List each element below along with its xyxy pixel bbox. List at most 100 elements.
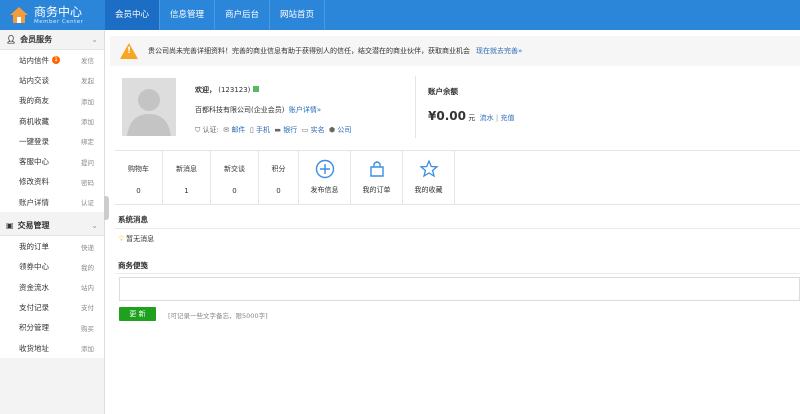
verify-company[interactable]: 公司	[337, 126, 351, 134]
section-trade-manage[interactable]: ▣ 交易管理 ⌄	[0, 216, 104, 237]
sidebar-item[interactable]: 收货地址 添加	[0, 337, 104, 359]
publish-info-button[interactable]: 发布信息	[299, 151, 351, 204]
verified-icon	[252, 86, 259, 92]
flow-link[interactable]: 流水	[480, 114, 494, 122]
chevron-down-icon: ⌄	[91, 221, 98, 231]
stats-row: 购物车 0 新消息 1 新交谈 0 积分 0 发布信息 我的订单 我的收藏	[115, 150, 800, 205]
tab-member-center[interactable]: 会员中心	[105, 0, 161, 30]
sidebar-item[interactable]: 支付记录 支付	[0, 297, 104, 318]
top-bar: 商务中心 Member Center 会员中心 信息管理 商户后台 网站首页	[0, 0, 800, 30]
tab-info-manage[interactable]: 信息管理	[160, 0, 216, 30]
sidebar-item-label: 积分管理	[19, 323, 49, 333]
balance-panel: 账户余额 ¥0.00 元 流水 | 充值	[428, 86, 514, 123]
stat-new-messages[interactable]: 新消息 1	[163, 151, 211, 204]
sidebar-item-action[interactable]: 快递	[81, 242, 94, 252]
user-icon: 👤︎	[6, 35, 17, 44]
basket-icon	[369, 161, 384, 177]
id-card-icon: ▭	[301, 126, 309, 134]
bank-card-icon: ▬	[274, 126, 282, 134]
update-memo-button[interactable]: 更 新	[119, 307, 156, 321]
sidebar-item[interactable]: 我的商友 添加	[0, 90, 104, 111]
sidebar-item-label: 我的商友	[19, 96, 49, 106]
lightbulb-icon: 💡︎	[119, 235, 124, 243]
sidebar-item-action[interactable]: 发起	[81, 75, 94, 85]
sidebar-item-action[interactable]: 绑定	[81, 136, 94, 146]
sidebar-item-action[interactable]: 密码	[81, 177, 94, 187]
sidebar-item[interactable]: 客服中心 提问	[0, 151, 104, 172]
divider	[115, 228, 800, 229]
sidebar-item[interactable]: 我的订单 快递	[0, 236, 104, 257]
no-messages-text: 暂无消息	[126, 235, 155, 243]
avatar[interactable]	[122, 78, 176, 136]
verify-phone[interactable]: 手机	[256, 126, 270, 134]
sidebar-item[interactable]: 账户详情 认证	[0, 192, 104, 213]
notice-text: 贵公司尚未完善详细资料！完善的商业信息有助于获得别人的信任，结交潜在的商业伙伴，…	[148, 47, 470, 55]
stat-cart[interactable]: 购物车 0	[115, 151, 163, 204]
verify-bank[interactable]: 银行	[283, 126, 297, 134]
sidebar-item-action[interactable]: 发信	[81, 55, 94, 65]
stat-new-chats[interactable]: 新交谈 0	[211, 151, 259, 204]
sidebar-item[interactable]: 积分管理 购买	[0, 317, 104, 338]
sidebar-item-action[interactable]: 支付	[81, 302, 94, 312]
logo-subtitle: Member Center	[34, 18, 84, 25]
tab-merchant-backend[interactable]: 商户后台	[215, 0, 271, 30]
balance-unit: 元	[468, 114, 476, 122]
stat-points[interactable]: 积分 0	[259, 151, 299, 204]
sidebar-item-label: 一键登录	[19, 136, 49, 146]
sidebar-item-action[interactable]: 站内	[81, 282, 94, 292]
home-icon	[10, 7, 28, 23]
balance-amount: ¥0.00	[428, 109, 466, 123]
sidebar-collapse-handle[interactable]	[104, 196, 109, 220]
sidebar-item-label: 修改资料	[19, 177, 49, 187]
sidebar-item[interactable]: 一键登录 绑定	[0, 131, 104, 152]
main-nav: 会员中心 信息管理 商户后台 网站首页	[105, 0, 326, 30]
separator: |	[495, 114, 499, 122]
memo-textarea[interactable]	[119, 277, 800, 301]
avatar-placeholder-icon	[127, 89, 171, 136]
sidebar-item-label: 商机收藏	[19, 116, 49, 126]
sidebar-item-action[interactable]: 认证	[81, 197, 94, 207]
phone-icon: ▯	[249, 126, 254, 134]
warning-icon: !	[120, 43, 138, 59]
sidebar-item-label: 账户详情	[19, 197, 49, 207]
sidebar-item-label: 站内交谈	[19, 75, 49, 85]
star-icon	[418, 159, 439, 178]
logo[interactable]: 商务中心 Member Center	[0, 0, 105, 30]
sidebar-item-action[interactable]: 购买	[81, 323, 94, 333]
unread-badge: 1	[52, 56, 60, 65]
sidebar-item-action[interactable]: 添加	[81, 96, 94, 106]
sidebar-item[interactable]: 站内信件 1 发信	[0, 50, 104, 71]
sidebar-item-action[interactable]: 提问	[81, 157, 94, 167]
sidebar-item[interactable]: 修改资料 密码	[0, 171, 104, 193]
sidebar-item-action[interactable]: 添加	[81, 116, 94, 126]
my-orders-button[interactable]: 我的订单	[351, 151, 403, 204]
logo-title: 商务中心	[34, 4, 83, 19]
system-messages-title: 系统消息	[118, 215, 148, 224]
sidebar-item-action[interactable]: 添加	[81, 343, 94, 353]
sidebar-item[interactable]: 领券中心 我的	[0, 256, 104, 277]
company-icon: ⬢	[329, 126, 336, 134]
my-favorites-button[interactable]: 我的收藏	[403, 151, 455, 204]
sidebar-item-label: 我的订单	[19, 242, 49, 252]
recharge-link[interactable]: 充值	[500, 114, 514, 122]
verify-realname[interactable]: 实名	[311, 126, 325, 134]
profile-info: 欢迎， (123123) 百都科技有限公司(企业会员) 账户详情» ⛉ 认证: …	[195, 85, 351, 145]
tab-site-home[interactable]: 网站首页	[270, 0, 326, 30]
sidebar-item[interactable]: 商机收藏 添加	[0, 110, 104, 132]
plus-circle-icon	[315, 159, 334, 179]
sidebar-item-action[interactable]: 我的	[81, 262, 94, 272]
sidebar-item-label: 领券中心	[19, 262, 49, 272]
verify-label: 认证:	[202, 126, 219, 134]
divider	[415, 76, 416, 138]
shield-icon: ⛉	[195, 126, 201, 134]
trade-icon: ▣	[6, 221, 14, 231]
sidebar-item[interactable]: 站内交谈 发起	[0, 70, 104, 91]
complete-profile-link[interactable]: 现在就去完善»	[476, 46, 522, 56]
notice-bar: ! 贵公司尚未完善详细资料！完善的商业信息有助于获得别人的信任，结交潜在的商业伙…	[110, 36, 800, 66]
welcome-text: 欢迎，	[195, 86, 216, 94]
section-member-service[interactable]: 👤︎ 会员服务 ⌄	[0, 30, 104, 50]
verify-email[interactable]: 邮件	[231, 126, 245, 134]
account-detail-link[interactable]: 账户详情»	[289, 106, 321, 114]
sidebar-item[interactable]: 资金流水 站内	[0, 276, 104, 298]
mail-icon: ✉	[223, 126, 230, 134]
